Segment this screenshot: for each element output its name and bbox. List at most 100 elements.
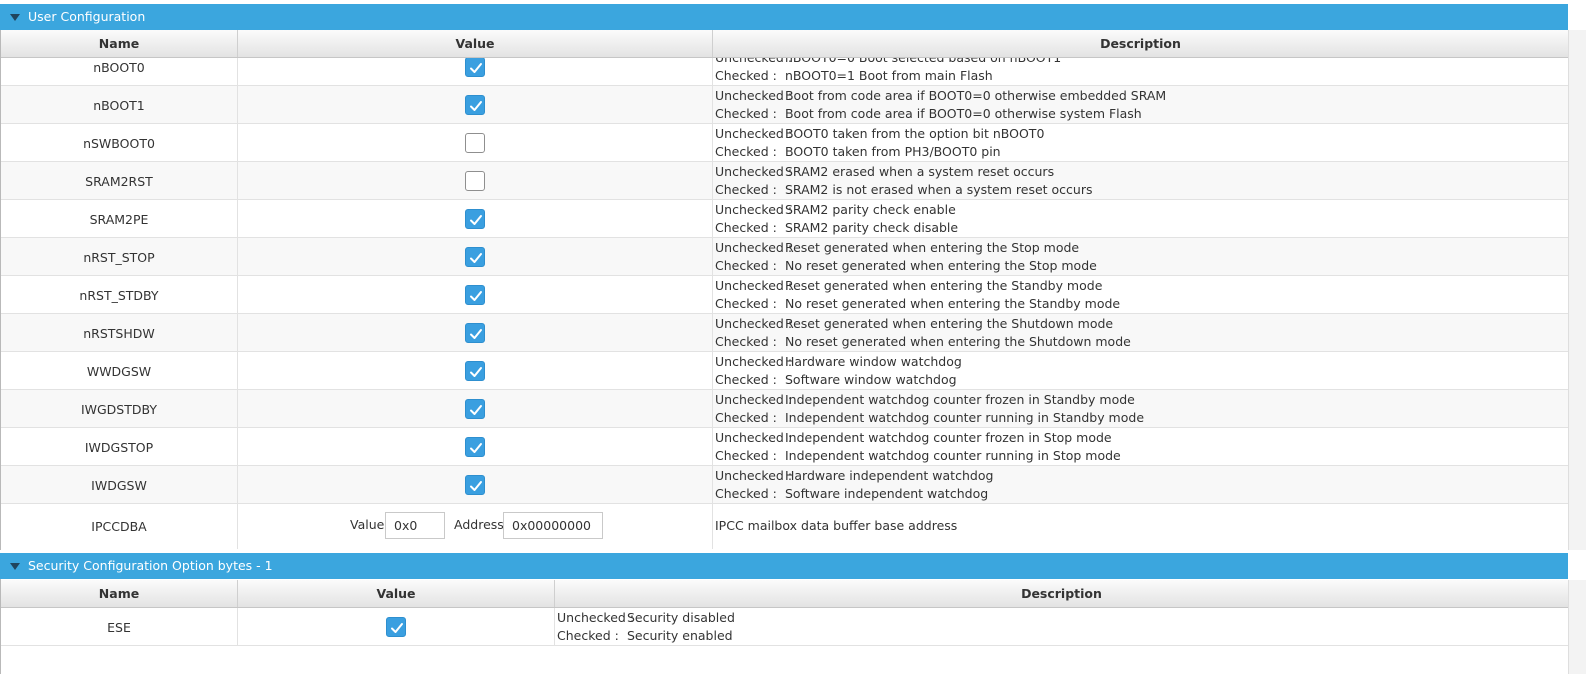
checked-key: Checked : (715, 448, 777, 463)
checkbox[interactable] (465, 94, 485, 115)
row-name: nRST_STOP (1, 238, 238, 275)
table-row-ipccdba: IPCCDBA Value 0x0 Address 0x00000000 IPC… (1, 504, 1568, 549)
checkmark-icon (470, 442, 482, 453)
checked-text: SRAM2 parity check disable (784, 220, 959, 235)
row-description-cell: Unchecked : Reset generated when enterin… (713, 238, 1568, 275)
unchecked-text: BOOT0 taken from the option bit nBOOT0 (784, 126, 1045, 141)
unchecked-key: Unchecked : (715, 88, 793, 103)
unchecked-text: SRAM2 erased when a system reset occurs (784, 164, 1055, 179)
checked-key: Checked : (715, 334, 777, 349)
ipcc-description: IPCC mailbox data buffer base address (715, 518, 958, 533)
user-configuration-header[interactable]: User Configuration (0, 4, 1568, 30)
checkmark-icon (470, 252, 482, 263)
checked-key: Checked : (715, 258, 777, 273)
checked-text: Software window watchdog (784, 372, 957, 387)
description-unchecked: Unchecked : Independent watchdog counter… (715, 391, 1135, 409)
row-description-cell: Unchecked : Reset generated when enterin… (713, 314, 1568, 351)
unchecked-key: Unchecked : (715, 392, 793, 407)
unchecked-key: Unchecked : (715, 164, 793, 179)
unchecked-text: SRAM2 parity check enable (784, 202, 956, 217)
table-row: SRAM2PE Unchecked : SRAM2 parity check en… (1, 200, 1568, 238)
row-value-cell (238, 200, 713, 237)
table-row: ESE Unchecked : Security disabled Checked … (1, 608, 1568, 646)
table-row: IWDGSW Unchecked : Hardware independent w… (1, 466, 1568, 504)
ipcc-value-input[interactable]: 0x0 (385, 512, 445, 539)
checkbox[interactable] (465, 436, 485, 457)
column-header-description[interactable]: Description (713, 30, 1568, 57)
security-config-table-body: ESE Unchecked : Security disabled Checked … (0, 608, 1568, 674)
checked-text: Boot from code area if BOOT0=0 otherwise… (784, 106, 1142, 121)
row-name: SRAM2PE (1, 200, 238, 237)
user-config-column-header: Name Value Description (1, 30, 1568, 58)
checkbox[interactable] (465, 208, 485, 229)
checked-key: Checked : (715, 182, 777, 197)
triangle-down-icon[interactable] (10, 563, 20, 570)
row-name: nRST_STDBY (1, 276, 238, 313)
description-checked: Checked : nBOOT0=1 Boot from main Flash (715, 67, 993, 85)
description-checked: Checked : Software window watchdog (715, 371, 957, 389)
checkmark-icon (470, 290, 482, 301)
checkbox[interactable] (465, 322, 485, 343)
row-value-cell (238, 314, 713, 351)
row-name: nSWBOOT0 (1, 124, 238, 161)
checked-text: Security enabled (626, 628, 733, 643)
column-header-value[interactable]: Value (238, 580, 555, 607)
table-row: nRST_STOP Unchecked : Reset generated whe… (1, 238, 1568, 276)
row-name: nRSTSHDW (1, 314, 238, 351)
unchecked-text: Security disabled (626, 610, 735, 625)
table-row: IWDGSTOP Unchecked : Independent watchdog… (1, 428, 1568, 466)
description-unchecked: Unchecked : Reset generated when enterin… (715, 239, 1079, 257)
checkmark-icon (470, 328, 482, 339)
description-unchecked: Unchecked : SRAM2 erased when a system r… (715, 163, 1054, 181)
unchecked-text: Reset generated when entering the Standb… (784, 278, 1103, 293)
table-row: nRSTSHDW Unchecked : Reset generated when… (1, 314, 1568, 352)
checked-text: Software independent watchdog (784, 486, 989, 501)
checkbox[interactable] (465, 246, 485, 267)
row-description-cell: Unchecked : nBOOT0=0 Boot selected based… (713, 58, 1568, 85)
checkbox[interactable] (465, 170, 485, 191)
ipcc-address-input[interactable]: 0x00000000 (503, 512, 603, 539)
row-description-cell: Unchecked : Hardware window watchdog Chec… (713, 352, 1568, 389)
description-checked: Checked : No reset generated when enteri… (715, 257, 1097, 275)
unchecked-text: Independent watchdog counter frozen in S… (784, 430, 1112, 445)
triangle-down-icon[interactable] (10, 14, 20, 21)
checkbox[interactable] (465, 474, 485, 495)
table-row: nSWBOOT0 Unchecked : BOOT0 taken from the… (1, 124, 1568, 162)
unchecked-text: Reset generated when entering the Shutdo… (784, 316, 1114, 331)
checked-text: No reset generated when entering the Sto… (784, 258, 1097, 273)
security-configuration-header[interactable]: Security Configuration Option bytes - 1 (0, 553, 1568, 579)
row-description-cell: IPCC mailbox data buffer base address (713, 504, 1568, 549)
table-row: nBOOT0 Unchecked : nBOOT0=0 Boot selected… (1, 58, 1568, 86)
row-value-cell (238, 390, 713, 427)
unchecked-text: Hardware independent watchdog (784, 468, 994, 483)
row-value-cell (238, 608, 555, 645)
column-header-name[interactable]: Name (1, 30, 238, 57)
checkbox[interactable] (386, 616, 406, 637)
row-value-cell (238, 352, 713, 389)
description-checked: Checked : Independent watchdog counter r… (715, 409, 1144, 427)
column-header-name[interactable]: Name (1, 580, 238, 607)
unchecked-key: Unchecked : (715, 126, 793, 141)
unchecked-key: Unchecked : (715, 430, 793, 445)
checkbox[interactable] (465, 398, 485, 419)
checkmark-icon (391, 622, 403, 633)
checkmark-icon (470, 100, 482, 111)
checkmark-icon (470, 366, 482, 377)
description-unchecked: Unchecked : Independent watchdog counter… (715, 429, 1112, 447)
description-checked: Checked : No reset generated when enteri… (715, 295, 1120, 313)
checkbox[interactable] (465, 360, 485, 381)
table-row: IWGDSTDBY Unchecked : Independent watchdo… (1, 390, 1568, 428)
description-unchecked: Unchecked : Boot from code area if BOOT0… (715, 87, 1166, 105)
table-scrollbar[interactable] (1568, 580, 1586, 674)
column-header-value[interactable]: Value (238, 30, 713, 57)
row-value-cell (238, 466, 713, 503)
checkbox[interactable] (465, 132, 485, 153)
checked-text: Independent watchdog counter running in … (784, 448, 1121, 463)
checkbox[interactable] (465, 284, 485, 305)
checked-key: Checked : (557, 628, 619, 643)
column-header-description[interactable]: Description (555, 580, 1568, 607)
unchecked-key: Unchecked : (715, 278, 793, 293)
checked-key: Checked : (715, 372, 777, 387)
checkbox[interactable] (465, 58, 485, 77)
table-scrollbar[interactable] (1568, 30, 1586, 550)
